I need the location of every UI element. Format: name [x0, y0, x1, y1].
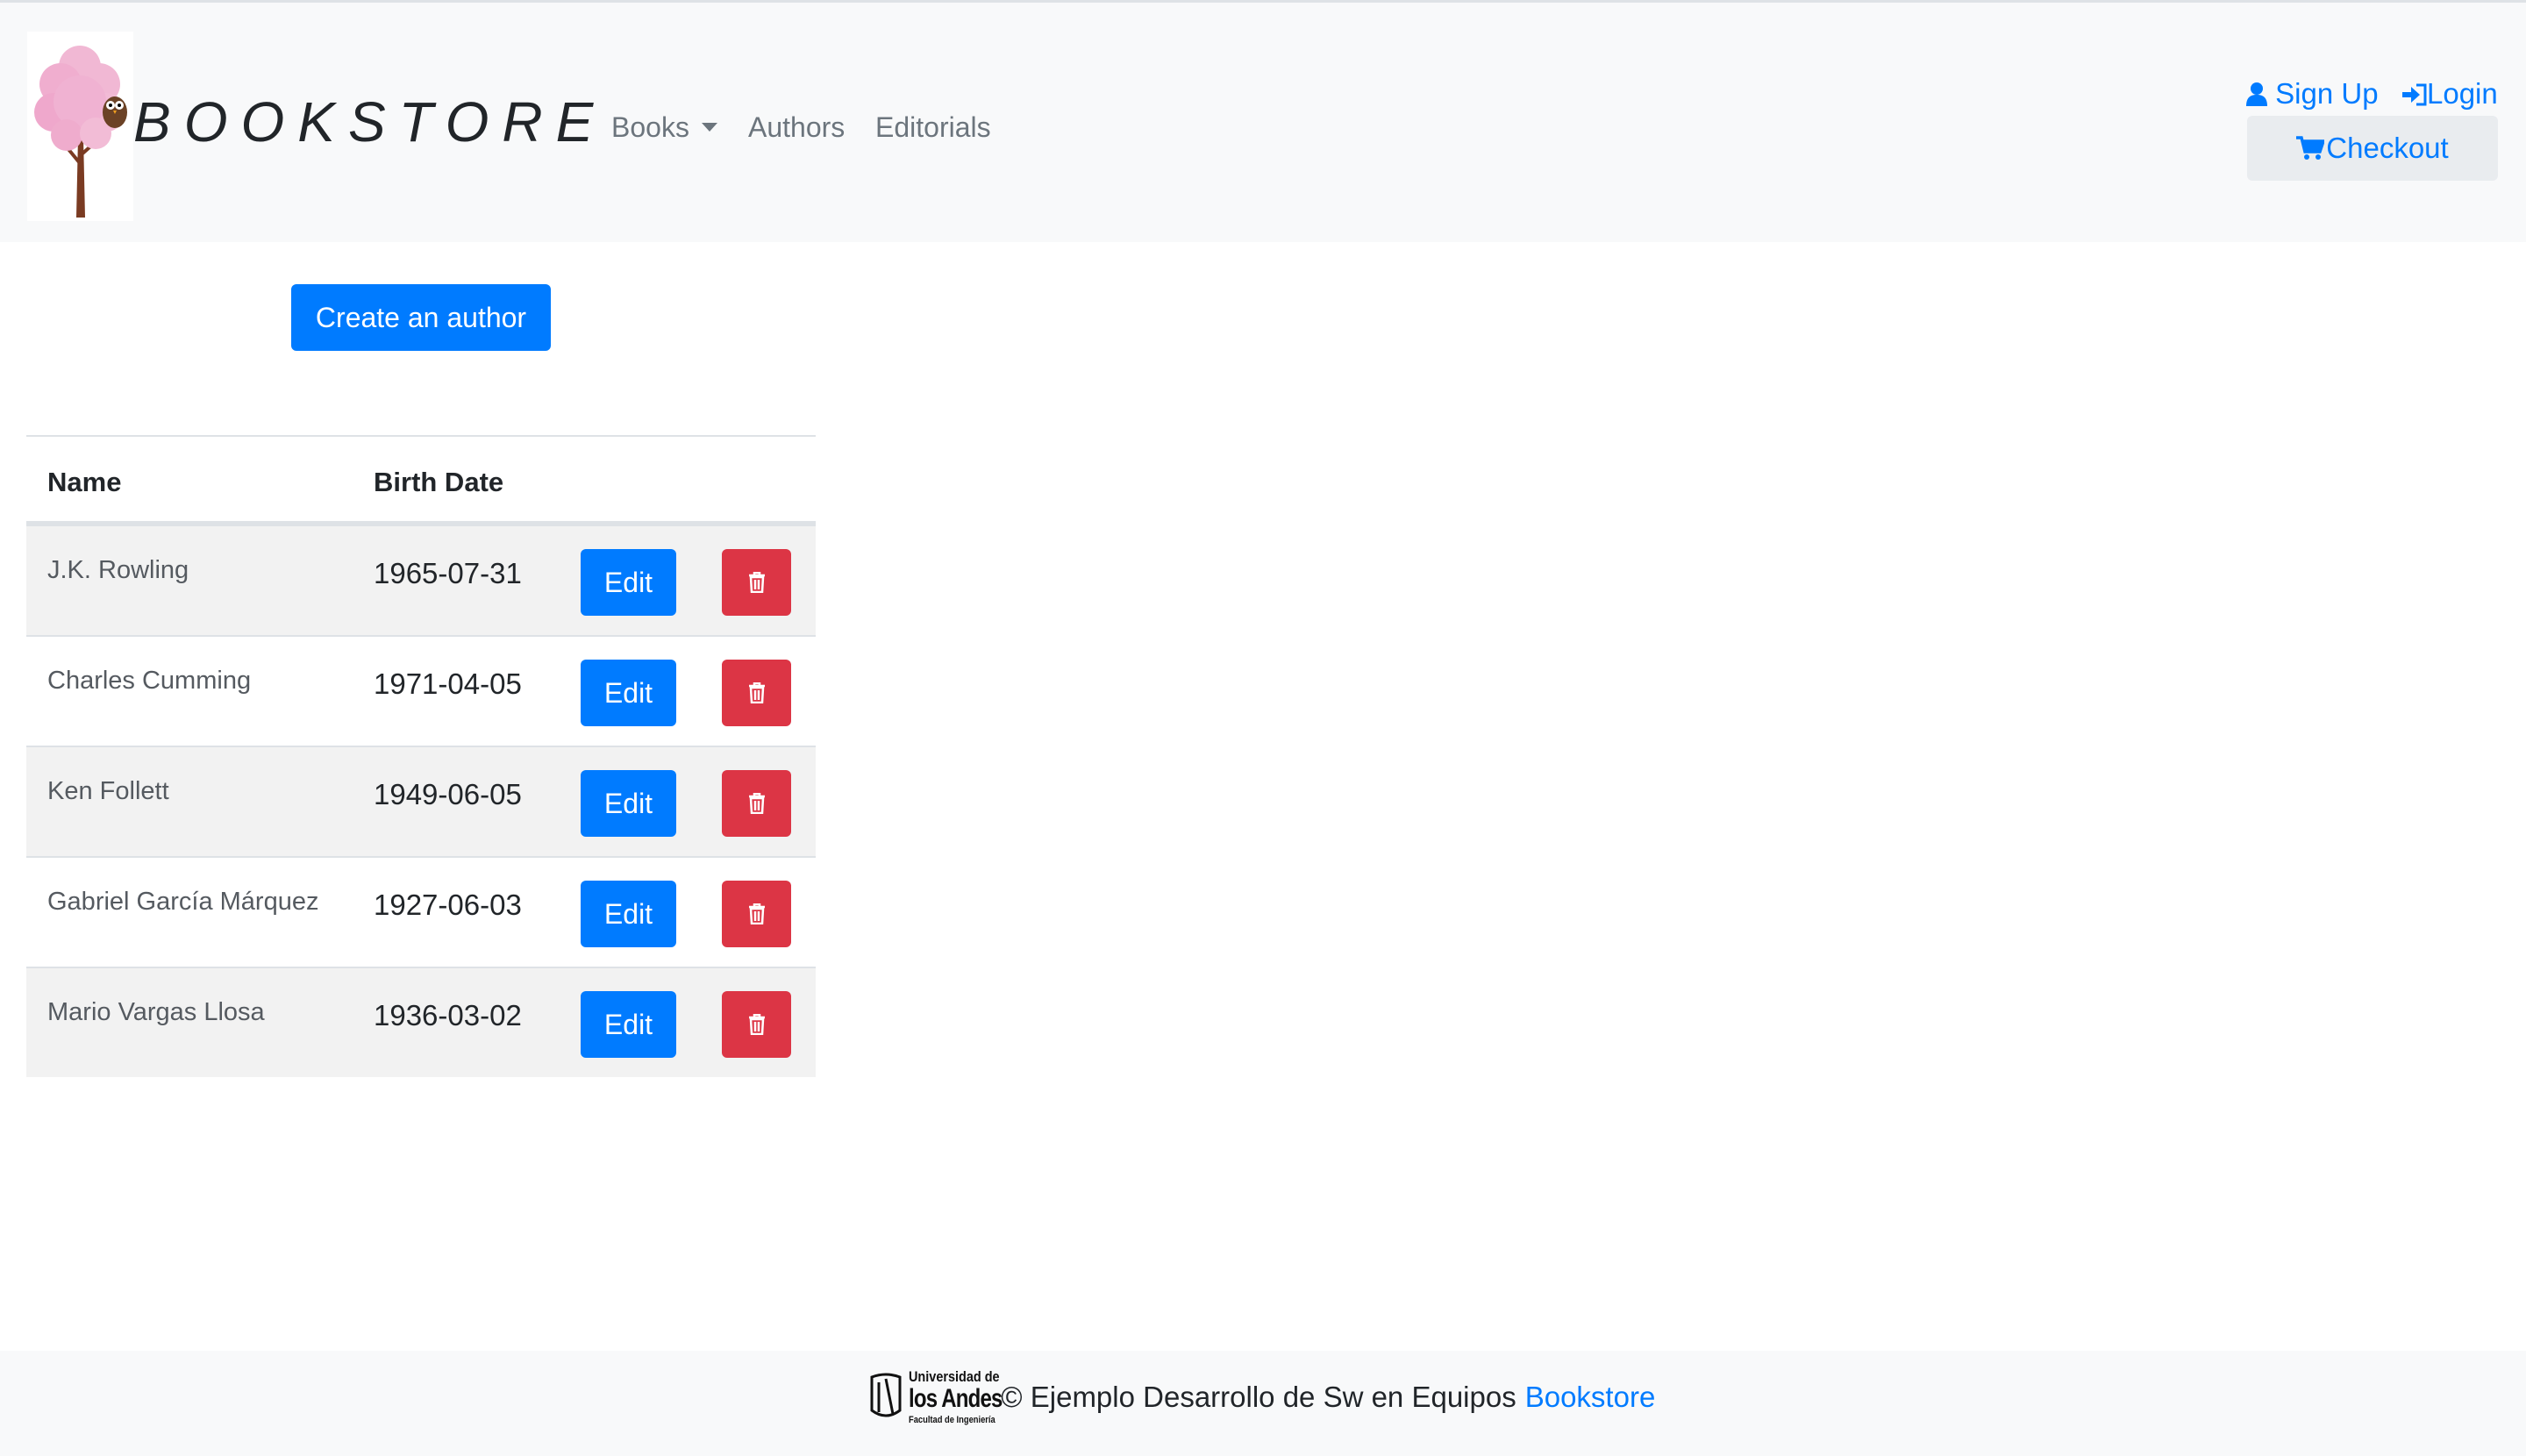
footer-copyright: © Ejemplo Desarrollo de Sw en Equipos [1001, 1381, 1516, 1413]
uniandes-emblem-icon [870, 1373, 902, 1417]
table-row: J.K. Rowling 1965-07-31 Edit [26, 525, 816, 635]
author-name: Mario Vargas Llosa [47, 998, 265, 1026]
footer-content: Universidad de los Andes Facultad de Ing… [867, 1367, 1655, 1428]
sign-in-icon [2402, 83, 2427, 106]
trash-icon [748, 572, 765, 593]
delete-button[interactable] [722, 549, 791, 616]
author-name: Charles Cumming [47, 667, 252, 695]
signup-link[interactable]: Sign Up [2246, 76, 2379, 111]
author-birth-date: 1971-04-05 [374, 667, 522, 700]
checkout-button[interactable]: Checkout [2247, 116, 2498, 181]
nav-editorials[interactable]: Editorials [875, 110, 991, 145]
table-row: Ken Follett 1949-06-05 Edit [26, 746, 816, 856]
nav-books-label: Books [611, 111, 689, 143]
author-name: Ken Follett [47, 777, 169, 805]
nav-books-dropdown[interactable]: Books [611, 110, 717, 145]
delete-button[interactable] [722, 991, 791, 1058]
checkout-label: Checkout [2326, 132, 2449, 164]
edit-button[interactable]: Edit [581, 991, 676, 1058]
caret-down-icon [701, 122, 717, 132]
authors-table: Name Birth Date J.K. Rowling 1965-07-31 … [26, 435, 816, 1077]
universidad-de-los-andes-logo: Universidad de los Andes Facultad de Ing… [867, 1369, 1025, 1425]
table-row: Charles Cumming 1971-04-05 Edit [26, 635, 816, 746]
author-name: J.K. Rowling [47, 556, 189, 584]
logo-line-1: Universidad de [909, 1368, 1000, 1385]
bookstore-logo-tree-owl-icon[interactable] [27, 32, 133, 221]
column-header-name: Name [47, 467, 122, 497]
author-birth-date: 1965-07-31 [374, 557, 522, 589]
trash-icon [748, 793, 765, 814]
delete-button[interactable] [722, 881, 791, 947]
create-author-button[interactable]: Create an author [291, 284, 551, 351]
delete-button[interactable] [722, 660, 791, 726]
column-header-birth-date: Birth Date [374, 467, 504, 497]
nav-authors[interactable]: Authors [748, 110, 845, 145]
logo-line-2: los Andes [909, 1384, 1003, 1413]
signup-label: Sign Up [2275, 77, 2379, 110]
login-link[interactable]: Login [2402, 76, 2498, 111]
edit-button[interactable]: Edit [581, 770, 676, 837]
edit-button[interactable]: Edit [581, 881, 676, 947]
user-icon [2246, 82, 2267, 106]
table-row: Mario Vargas Llosa 1936-03-02 Edit [26, 967, 816, 1077]
delete-button[interactable] [722, 770, 791, 837]
author-birth-date: 1927-06-03 [374, 889, 522, 921]
cart-icon [2296, 136, 2325, 160]
table-row: Gabriel García Márquez 1927-06-03 Edit [26, 856, 816, 967]
navbar: BOOKSTORE Books Authors Editorials Sign … [0, 0, 2526, 242]
trash-icon [748, 1014, 765, 1035]
login-label: Login [2427, 77, 2498, 110]
author-birth-date: 1949-06-05 [374, 778, 522, 810]
logo-line-3: Facultad de Ingeniería [909, 1415, 995, 1425]
brand-title[interactable]: BOOKSTORE [133, 90, 606, 153]
edit-button[interactable]: Edit [581, 660, 676, 726]
edit-button[interactable]: Edit [581, 549, 676, 616]
table-header: Name Birth Date [26, 437, 816, 525]
author-birth-date: 1936-03-02 [374, 999, 522, 1031]
trash-icon [748, 903, 765, 924]
trash-icon [748, 682, 765, 703]
author-name: Gabriel García Márquez [47, 888, 319, 916]
footer: Universidad de los Andes Facultad de Ing… [0, 1351, 2526, 1456]
footer-bookstore-link[interactable]: Bookstore [1525, 1381, 1656, 1414]
